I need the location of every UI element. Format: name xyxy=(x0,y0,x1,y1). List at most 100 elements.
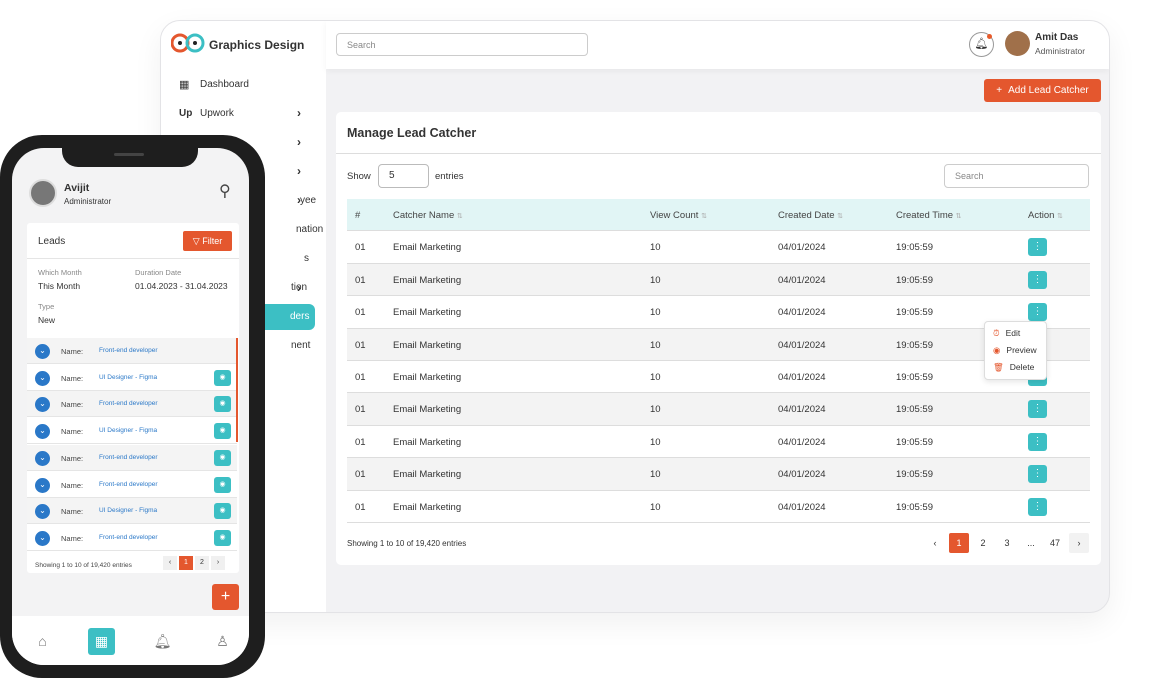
more-actions-button[interactable]: ⋮ xyxy=(1028,497,1047,516)
lead-name[interactable]: Front-end developer xyxy=(99,347,158,354)
sidebar-item[interactable]: ▦ Dashboard xyxy=(161,71,326,97)
chevron-down-icon[interactable]: ⌄ xyxy=(35,344,50,359)
table-row: 01Email Marketing1004/01/202419:05:59⋮ xyxy=(347,328,1090,361)
scrollbar[interactable] xyxy=(236,338,238,442)
menu-item-preview[interactable]: ◉ Preview xyxy=(993,345,1037,356)
user-icon[interactable]: ♙ xyxy=(209,628,236,655)
sort-icon[interactable]: ⇅ xyxy=(956,213,962,220)
type-label: Type xyxy=(38,302,55,311)
eye-icon[interactable]: ◉ xyxy=(214,369,231,386)
prev-page-button[interactable]: ‹ xyxy=(163,556,177,570)
add-button[interactable]: + xyxy=(212,584,239,610)
mobile-avatar[interactable] xyxy=(29,179,57,207)
table-cell: 01 xyxy=(355,274,366,286)
eye-icon[interactable]: ◉ xyxy=(214,449,231,466)
sort-icon[interactable]: ⇅ xyxy=(837,213,843,220)
chevron-down-icon[interactable]: ⌄ xyxy=(35,450,50,466)
eye-icon[interactable]: ◉ xyxy=(214,423,231,440)
menu-item-delete[interactable]: 🗑︎ Delete xyxy=(993,362,1034,373)
lead-item[interactable]: ⌄ Name: Front-end developer ◉ xyxy=(27,472,237,498)
eye-icon[interactable]: ◉ xyxy=(214,529,231,546)
lead-item[interactable]: ⌄ Name: Front-end developer ◉ xyxy=(27,444,237,471)
home-icon[interactable]: ⌂ xyxy=(29,628,56,655)
table-cell: Email Marketing xyxy=(393,274,462,286)
lead-name[interactable]: Front-end developer xyxy=(99,534,158,541)
which-month-value: This Month xyxy=(38,281,81,291)
more-actions-button[interactable]: ⋮ xyxy=(1028,400,1047,419)
lead-name[interactable]: UI Designer - Figma xyxy=(99,507,157,514)
lead-item[interactable]: ⌄ Name: UI Designer - Figma ◉ xyxy=(27,365,237,391)
chevron-down-icon[interactable]: ⌄ xyxy=(35,397,50,413)
more-actions-button[interactable]: ⋮ xyxy=(1028,303,1047,322)
user-role: Administrator xyxy=(1035,46,1086,56)
more-actions-button[interactable]: ⋮ xyxy=(1028,465,1047,484)
eye-icon[interactable]: ◉ xyxy=(214,476,231,493)
trash-icon: 🗑︎ xyxy=(993,362,1004,372)
name-label: Name: xyxy=(61,453,84,463)
next-page-button[interactable]: › xyxy=(1069,533,1089,553)
lead-name[interactable]: Front-end developer xyxy=(99,481,158,488)
add-lead-catcher-button[interactable]: + Add Lead Catcher xyxy=(984,79,1101,102)
more-actions-button[interactable]: ⋮ xyxy=(1028,432,1047,451)
page-button[interactable]: 2 xyxy=(195,556,209,570)
lead-name[interactable]: Front-end developer xyxy=(99,400,158,407)
page-button[interactable]: 1 xyxy=(949,533,969,553)
avatar[interactable] xyxy=(1005,31,1030,56)
search-icon[interactable]: ⚲ xyxy=(219,181,231,201)
lead-item[interactable]: ⌄ Name: Front-end developer ◉ xyxy=(27,391,237,418)
chevron-down-icon[interactable]: ⌄ xyxy=(35,424,50,440)
search-input[interactable]: Search xyxy=(336,33,588,56)
lead-name[interactable]: Front-end developer xyxy=(99,454,158,461)
table-search-input[interactable]: Search xyxy=(944,164,1089,188)
more-actions-button[interactable]: ⋮ xyxy=(1028,238,1047,257)
lead-item[interactable]: ⌄ Name: UI Designer - Figma ◉ xyxy=(27,418,237,445)
column-header[interactable]: Created Date ⇅ xyxy=(778,210,843,221)
page-button[interactable]: 3 xyxy=(997,533,1017,553)
bottom-nav: ⌂ ▦ 🔔︎ ♙ xyxy=(12,616,249,665)
duration-label: Duration Date xyxy=(135,268,182,277)
dashboard-icon[interactable]: ▦ xyxy=(88,628,115,655)
sidebar-item-label: nent xyxy=(291,340,311,352)
chevron-down-icon[interactable]: ⌄ xyxy=(35,530,50,546)
filter-button[interactable]: ▽ Filter xyxy=(183,231,232,251)
entries-info: Showing 1 to 10 of 19,420 entries xyxy=(347,539,467,548)
column-header[interactable]: Action ⇅ xyxy=(1028,210,1063,221)
chevron-down-icon[interactable]: ⌄ xyxy=(35,504,50,520)
prev-page-button[interactable]: ‹ xyxy=(925,533,945,553)
logo-icon xyxy=(171,33,205,53)
entries-select[interactable]: 5 xyxy=(378,164,429,188)
page-button[interactable]: 1 xyxy=(179,556,193,570)
lead-item[interactable]: ⌄ Name: Front-end developer xyxy=(27,338,237,364)
next-page-button[interactable]: › xyxy=(211,556,225,570)
action-menu: ⏰︎ Edit ◉ Preview 🗑︎ Delete xyxy=(984,321,1047,380)
notification-bell-icon[interactable]: 🔔︎ xyxy=(969,32,994,57)
lead-name[interactable]: UI Designer - Figma xyxy=(99,374,157,381)
lead-item[interactable]: ⌄ Name: Front-end developer ◉ xyxy=(27,525,237,551)
chevron-down-icon[interactable]: ⌄ xyxy=(35,370,50,386)
table-row: 01Email Marketing1004/01/202419:05:59⋮ xyxy=(347,263,1090,297)
column-header[interactable]: Catcher Name ⇅ xyxy=(393,210,463,221)
page-button[interactable]: ... xyxy=(1021,533,1041,553)
filter-icon: ▽ xyxy=(192,236,203,246)
bell-icon[interactable]: 🔔︎ xyxy=(149,628,176,655)
page-button[interactable]: 2 xyxy=(973,533,993,553)
eye-icon[interactable]: ◉ xyxy=(214,503,231,520)
table-row: 01Email Marketing1004/01/202419:05:59⋮ xyxy=(347,296,1090,329)
logo[interactable]: Graphics Design xyxy=(171,31,304,59)
menu-item-edit[interactable]: ⏰︎ Edit xyxy=(993,328,1020,339)
table-cell: 10 xyxy=(650,469,661,481)
chevron-down-icon[interactable]: ⌄ xyxy=(35,477,50,493)
sort-icon[interactable]: ⇅ xyxy=(457,213,463,220)
sort-icon[interactable]: ⇅ xyxy=(701,213,707,220)
eye-icon[interactable]: ◉ xyxy=(214,396,231,413)
column-header[interactable]: View Count ⇅ xyxy=(650,210,707,221)
column-header[interactable]: Created Time ⇅ xyxy=(896,210,962,221)
more-actions-button[interactable]: ⋮ xyxy=(1028,270,1047,289)
page-button[interactable]: 47 xyxy=(1045,533,1065,553)
leads-title: Leads xyxy=(38,236,66,247)
table-cell: 01 xyxy=(355,436,366,448)
lead-item[interactable]: ⌄ Name: UI Designer - Figma ◉ xyxy=(27,498,237,525)
sidebar-item[interactable]: Up Upwork › xyxy=(161,100,326,126)
sort-icon[interactable]: ⇅ xyxy=(1057,213,1063,220)
lead-name[interactable]: UI Designer - Figma xyxy=(99,427,157,434)
